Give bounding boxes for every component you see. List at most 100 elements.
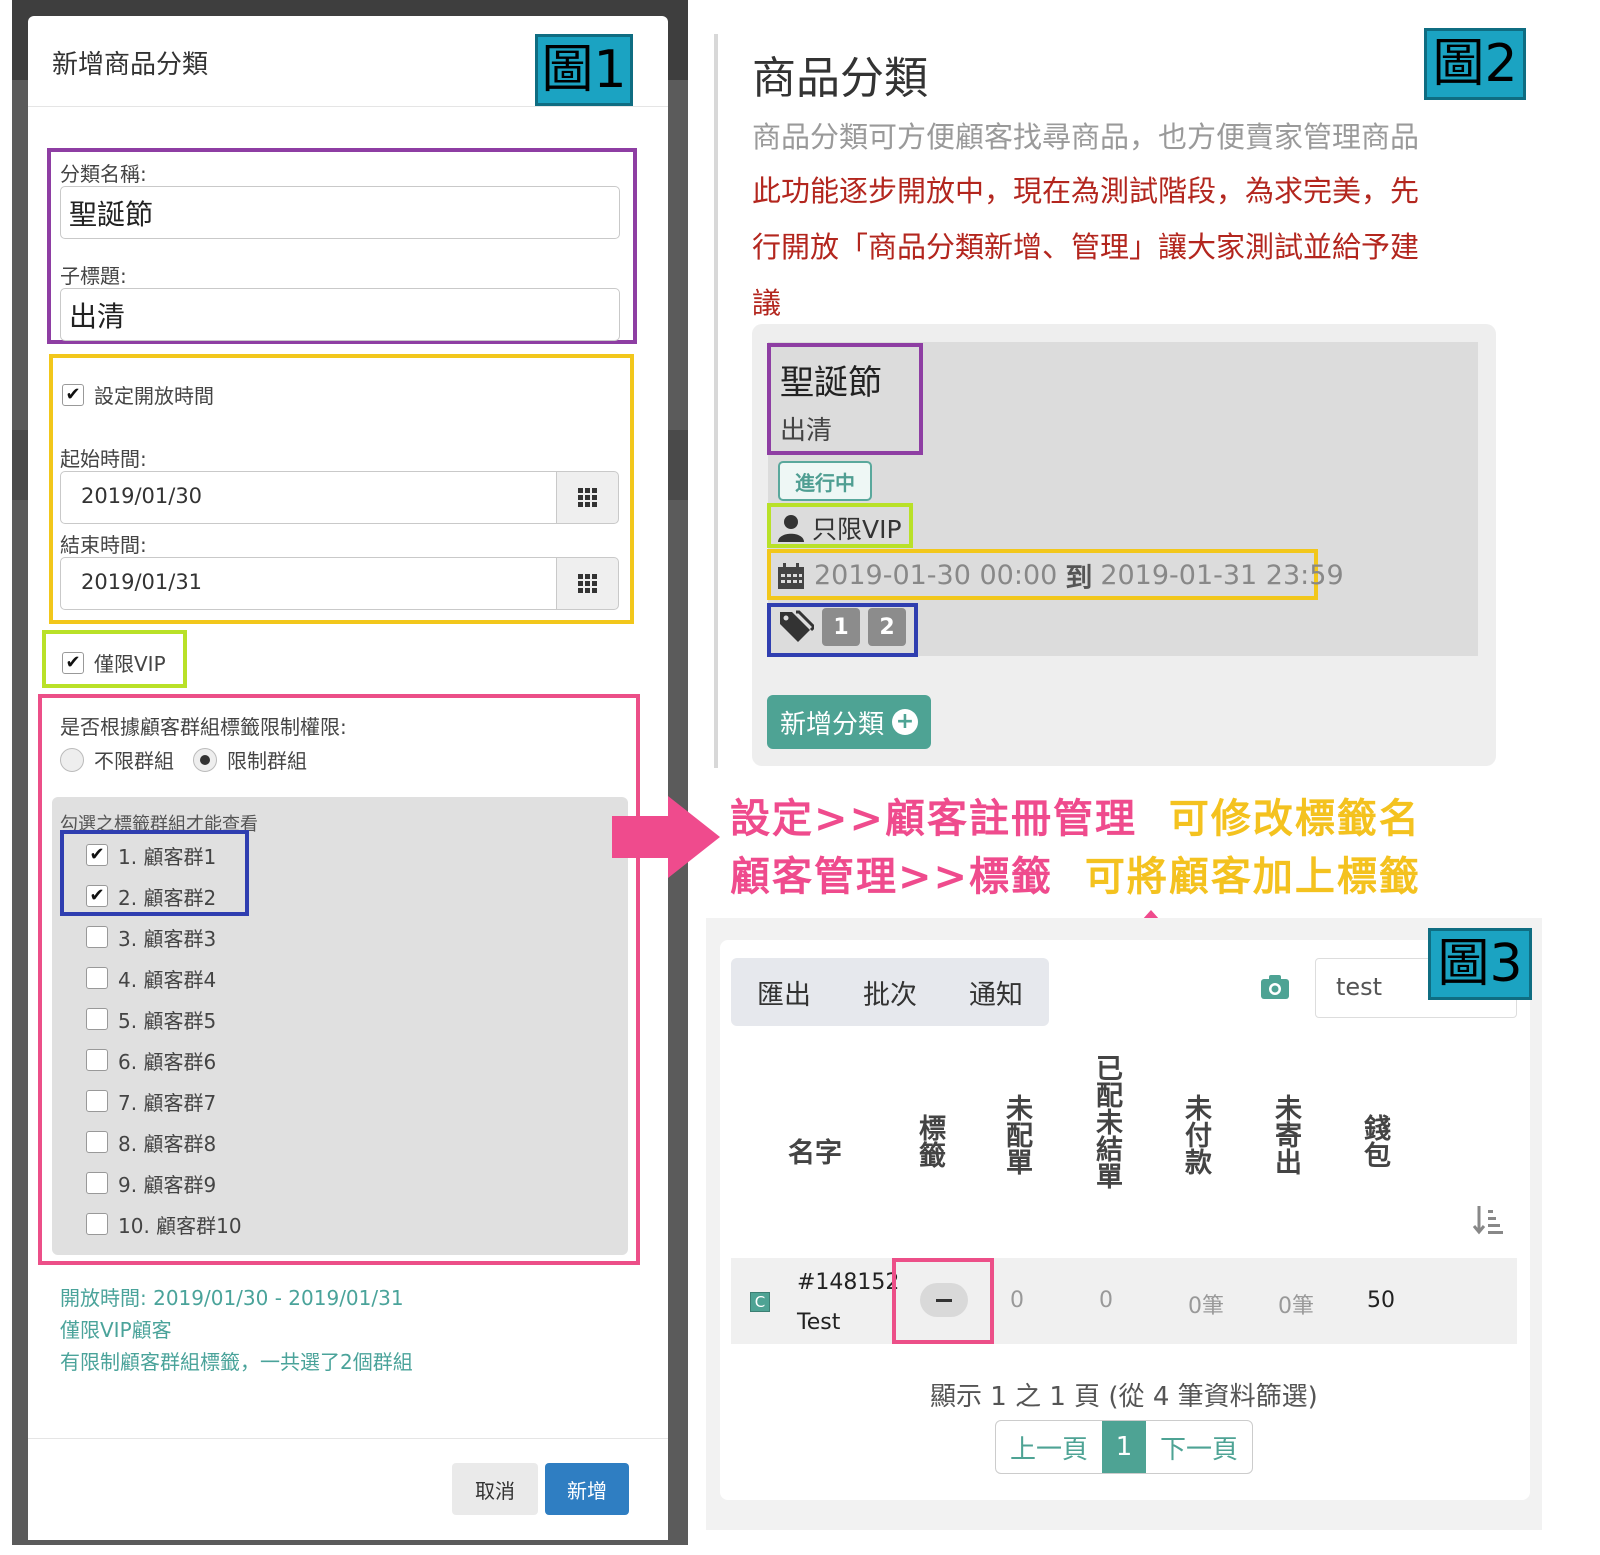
header-wallet: 錢包: [1359, 1114, 1390, 1168]
category-subtitle: 出清: [780, 416, 833, 446]
grid-icon: [578, 488, 597, 507]
subtitle-label: 子標題:: [60, 264, 127, 288]
annotation-2a: 顧客管理>>標籤: [730, 854, 1054, 900]
group-item[interactable]: 10. 顧客群10: [86, 1209, 242, 1239]
customer-name[interactable]: Test: [797, 1310, 840, 1335]
tag-badge-2: 2: [868, 608, 906, 646]
calendar-icon: [778, 562, 804, 589]
prev-page-button[interactable]: 上一頁: [996, 1421, 1102, 1473]
customer-id[interactable]: #148152: [797, 1270, 899, 1295]
date-to: 2019-01-31 23:59: [1100, 560, 1344, 591]
schedule-checkbox[interactable]: ✔: [62, 383, 84, 406]
date-to-word: 到: [1065, 563, 1093, 594]
figure-label-2: 圖2: [1424, 28, 1526, 100]
notify-button[interactable]: 通知: [969, 973, 1023, 1012]
radio-unlimited-button[interactable]: [60, 747, 84, 772]
group-label: 4. 顧客群4: [118, 967, 217, 992]
group-label: 8. 顧客群8: [118, 1131, 217, 1156]
group-checkbox[interactable]: [86, 1090, 108, 1112]
cell-unassigned: 0: [1010, 1288, 1024, 1313]
tag-badge-1: 1: [822, 608, 860, 646]
camera-icon[interactable]: [1260, 974, 1290, 1000]
annotation-1a: 設定>>顧客註冊管理: [730, 796, 1138, 842]
start-date-input[interactable]: 2019/01/30: [60, 471, 557, 524]
vip-toggle[interactable]: ✔ 僅限VIP: [62, 648, 166, 677]
group-label: 9. 顧客群9: [118, 1172, 217, 1197]
schedule-toggle[interactable]: ✔ 設定開放時間: [62, 380, 214, 409]
page-1-button[interactable]: 1: [1102, 1421, 1146, 1473]
group-checkbox[interactable]: [86, 1213, 108, 1235]
toolbar: 匯出 批次 通知: [731, 958, 1049, 1026]
add-button[interactable]: 新增: [545, 1463, 629, 1515]
group-item[interactable]: 4. 顧客群4: [86, 963, 216, 993]
modal-title: 新增商品分類: [52, 50, 209, 80]
tags-icon: [780, 610, 814, 642]
schedule-label: 設定開放時間: [94, 384, 214, 408]
vip-line: 只限VIP: [776, 510, 902, 546]
notice-line-2: 行開放「商品分類新增、管理」讓大家測試並給予建: [752, 230, 1420, 264]
annotation-2b: 可將顧客加上標籤: [1084, 854, 1421, 900]
next-page-button[interactable]: 下一頁: [1146, 1421, 1252, 1473]
plus-icon: +: [892, 709, 918, 735]
new-category-label: 新增分類: [779, 709, 884, 740]
cell-assigned-unsettled: 0: [1099, 1288, 1113, 1313]
radio-limited[interactable]: 限制群組: [193, 745, 307, 774]
group-item[interactable]: 7. 顧客群7: [86, 1086, 216, 1116]
export-button[interactable]: 匯出: [757, 973, 811, 1012]
header-unassigned: 未配單: [1001, 1094, 1032, 1175]
group-item[interactable]: 3. 顧客群3: [86, 922, 216, 952]
group-item[interactable]: 9. 顧客群9: [86, 1168, 216, 1198]
notice-line-1: 此功能逐步開放中，現在為測試階段，為求完美，先: [752, 174, 1420, 208]
group-checkbox[interactable]: [86, 1172, 108, 1194]
cell-wallet: 50: [1367, 1288, 1395, 1313]
group-item[interactable]: 6. 顧客群6: [86, 1045, 216, 1075]
minus-icon: [936, 1298, 952, 1302]
end-calendar-button[interactable]: [556, 557, 619, 610]
pagination: 上一頁 1 下一頁: [995, 1420, 1253, 1474]
end-label: 結束時間:: [60, 533, 147, 557]
group-checkbox[interactable]: [86, 1131, 108, 1153]
user-icon: [778, 515, 804, 542]
group-label: 10. 顧客群10: [118, 1213, 242, 1238]
group-checkbox[interactable]: [86, 926, 108, 948]
vip-checkbox[interactable]: ✔: [62, 651, 84, 674]
group-checkbox[interactable]: [86, 1008, 108, 1030]
status-badge: 進行中: [778, 461, 872, 501]
tag-list: 1 2: [778, 608, 906, 646]
group-label: 6. 顧客群6: [118, 1049, 217, 1074]
radio-unlimited[interactable]: 不限群組: [60, 745, 174, 774]
category-name-input[interactable]: 聖誕節: [60, 186, 620, 239]
group-item[interactable]: 5. 顧客群5: [86, 1004, 216, 1034]
cancel-button[interactable]: 取消: [452, 1463, 538, 1515]
header-assigned-unsettled: 已配未結單: [1091, 1054, 1122, 1189]
vip-text: 只限VIP: [812, 515, 902, 544]
group-question: 是否根據顧客群組標籤限制權限:: [60, 715, 347, 739]
new-category-button[interactable]: 新增分類 +: [767, 695, 931, 749]
group-checkbox[interactable]: ✔: [86, 844, 108, 866]
group-item[interactable]: ✔ 1. 顧客群1: [86, 840, 216, 870]
header-name: 名字: [788, 1138, 842, 1169]
customer-badge: C: [750, 1292, 770, 1312]
group-label: 3. 顧客群3: [118, 926, 217, 951]
annotation-1b: 可修改標籤名: [1168, 796, 1421, 842]
summary-schedule: 開放時間: 2019/01/30 - 2019/01/31: [60, 1286, 404, 1310]
end-date-input[interactable]: 2019/01/31: [60, 557, 557, 610]
group-item[interactable]: 8. 顧客群8: [86, 1127, 216, 1157]
category-name: 聖誕節: [780, 363, 882, 403]
start-calendar-button[interactable]: [556, 471, 619, 524]
radio-limited-button[interactable]: [193, 747, 217, 772]
cell-unpaid: 0筆: [1188, 1294, 1224, 1319]
batch-button[interactable]: 批次: [863, 973, 917, 1012]
group-label: 2. 顧客群2: [118, 885, 217, 910]
tag-remove-button[interactable]: [920, 1283, 968, 1317]
group-item[interactable]: ✔ 2. 顧客群2: [86, 881, 216, 911]
page-description: 商品分類可方便顧客找尋商品，也方便賣家管理商品: [752, 120, 1420, 154]
sort-icon[interactable]: [1472, 1204, 1504, 1236]
group-checkbox[interactable]: [86, 967, 108, 989]
start-label: 起始時間:: [60, 447, 147, 471]
divider: [28, 106, 668, 107]
group-checkbox[interactable]: ✔: [86, 885, 108, 907]
vip-label: 僅限VIP: [94, 652, 166, 676]
subtitle-input[interactable]: 出清: [60, 288, 620, 341]
group-checkbox[interactable]: [86, 1049, 108, 1071]
